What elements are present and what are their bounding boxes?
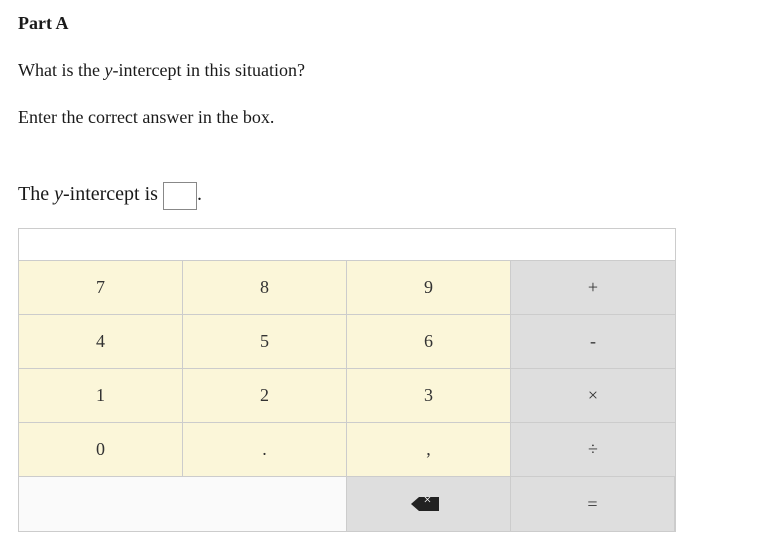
answer-input[interactable] bbox=[163, 182, 197, 210]
key-times[interactable]: × bbox=[511, 369, 675, 423]
part-header: Part A bbox=[18, 10, 739, 37]
ans-var: y bbox=[54, 183, 63, 205]
key-comma[interactable]: , bbox=[347, 423, 511, 477]
key-5[interactable]: 5 bbox=[183, 315, 347, 369]
key-3[interactable]: 3 bbox=[347, 369, 511, 423]
keypad-panel: 7 8 9 + 4 5 6 - 1 2 3 × 0 . , ÷ = bbox=[18, 228, 676, 532]
key-8[interactable]: 8 bbox=[183, 261, 347, 315]
key-9[interactable]: 9 bbox=[347, 261, 511, 315]
ans-prefix: The bbox=[18, 183, 54, 205]
q-suffix: -intercept in this situation? bbox=[112, 60, 304, 80]
key-7[interactable]: 7 bbox=[19, 261, 183, 315]
key-0[interactable]: 0 bbox=[19, 423, 183, 477]
key-divide[interactable]: ÷ bbox=[511, 423, 675, 477]
key-minus[interactable]: - bbox=[511, 315, 675, 369]
key-1[interactable]: 1 bbox=[19, 369, 183, 423]
key-4[interactable]: 4 bbox=[19, 315, 183, 369]
key-2[interactable]: 2 bbox=[183, 369, 347, 423]
instruction-text: Enter the correct answer in the box. bbox=[18, 104, 739, 131]
key-plus[interactable]: + bbox=[511, 261, 675, 315]
key-6[interactable]: 6 bbox=[347, 315, 511, 369]
answer-sentence: The y-intercept is . bbox=[18, 179, 739, 210]
backspace-icon bbox=[419, 497, 439, 511]
question-line: What is the y-intercept in this situatio… bbox=[18, 57, 739, 84]
ans-mid: -intercept is bbox=[63, 183, 163, 205]
keypad-grid: 7 8 9 + 4 5 6 - 1 2 3 × 0 . , ÷ = bbox=[19, 261, 675, 531]
q-prefix: What is the bbox=[18, 60, 104, 80]
keypad-display bbox=[19, 229, 675, 261]
ans-suffix: . bbox=[197, 183, 202, 205]
key-dot[interactable]: . bbox=[183, 423, 347, 477]
